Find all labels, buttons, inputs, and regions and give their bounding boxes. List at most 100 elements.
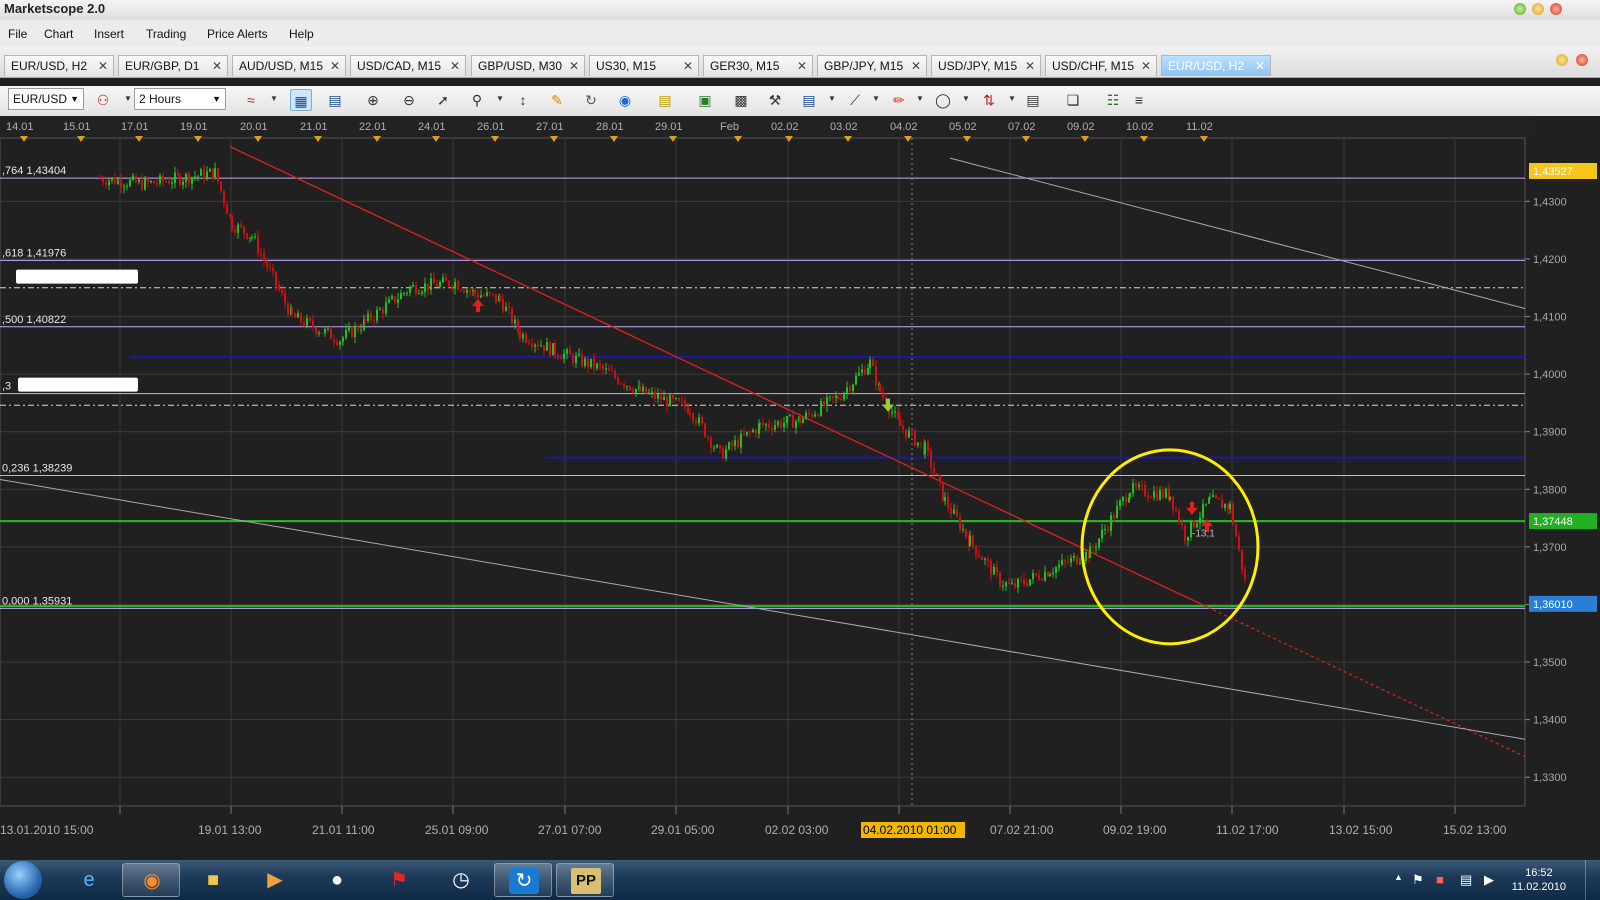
- pen-icon[interactable]: ✏: [888, 89, 910, 111]
- candle-body: [312, 320, 314, 328]
- chevron-down-icon[interactable]: ▼: [872, 94, 880, 103]
- indicator-icon[interactable]: ≈: [240, 89, 262, 111]
- chart-close-icon[interactable]: [1576, 54, 1588, 66]
- chevron-down-icon[interactable]: ▼: [496, 94, 504, 103]
- y-tick-label: 1,4100: [1533, 312, 1567, 324]
- candle-body: [427, 283, 429, 291]
- taskbar-explorer[interactable]: ■: [184, 863, 242, 897]
- candle-body: [569, 349, 571, 355]
- menu-insert[interactable]: Insert: [94, 27, 124, 41]
- taskbar: e ◉ ■ ▶ ● ⚑ ◷ ↻ PP ▲ ⚑ ■ ▤ ▶ 16:52 11.02…: [0, 860, 1600, 900]
- candle-body: [206, 171, 208, 180]
- tray-display-icon[interactable]: ▤: [1460, 872, 1472, 888]
- tab-ger30-m15[interactable]: GER30, M15 ✕: [703, 55, 813, 76]
- tab-audusd-m15[interactable]: AUD/USD, M15 ✕: [232, 55, 346, 76]
- candle-body: [505, 306, 507, 312]
- system-clock[interactable]: 16:52 11.02.2010: [1512, 866, 1566, 894]
- taskbar-messenger[interactable]: ●: [308, 863, 366, 897]
- crosshair-icon[interactable]: ↕: [512, 89, 534, 111]
- cursor-icon[interactable]: ➚: [432, 89, 454, 111]
- taskbar-media-player[interactable]: ▶: [246, 863, 304, 897]
- taskbar-firefox[interactable]: ◉: [122, 863, 180, 897]
- layout-icon[interactable]: ▤: [798, 89, 820, 111]
- tab-close-icon[interactable]: ✕: [911, 56, 921, 76]
- magnifier-icon[interactable]: ⚲: [466, 89, 488, 111]
- print-icon[interactable]: ▩: [730, 89, 752, 111]
- line-tool-icon[interactable]: ⟋: [844, 89, 866, 111]
- tab-gbpusd-m30[interactable]: GBP/USD, M30 ✕: [471, 55, 585, 76]
- tools-icon[interactable]: ⚒: [764, 89, 786, 111]
- zoom-out-icon[interactable]: ⊖: [398, 89, 420, 111]
- more-options-icon[interactable]: ≡: [1128, 89, 1150, 111]
- chevron-down-icon[interactable]: ▼: [828, 94, 836, 103]
- tab-close-icon[interactable]: ✕: [569, 56, 579, 76]
- tab-usdjpy-m15[interactable]: USD/JPY, M15 ✕: [931, 55, 1041, 76]
- tab-close-icon[interactable]: ✕: [797, 56, 807, 76]
- chevron-down-icon[interactable]: ▼: [916, 94, 924, 103]
- ruler-icon[interactable]: ▤: [654, 89, 676, 111]
- tab-usdcad-m15[interactable]: USD/CAD, M15 ✕: [350, 55, 466, 76]
- eraser-icon[interactable]: ❏: [1062, 89, 1084, 111]
- show-desktop-button[interactable]: [1585, 860, 1600, 900]
- candle-body: [1138, 484, 1140, 487]
- chart-area[interactable]: ,764 1,43404 ,618 1,41976 ,500 1,40822 ,3 0,…: [0, 116, 1600, 860]
- tab-close-icon[interactable]: ✕: [1025, 56, 1035, 76]
- menu-file[interactable]: File: [8, 27, 27, 41]
- taskbar-clock-app[interactable]: ◷: [432, 863, 490, 897]
- menu-help[interactable]: Help: [289, 27, 314, 41]
- globe-icon[interactable]: ◉: [614, 89, 636, 111]
- menu-price-alerts[interactable]: Price Alerts: [207, 27, 268, 41]
- picture-icon[interactable]: ▣: [694, 89, 716, 111]
- tray-expand-icon[interactable]: ▲: [1394, 872, 1403, 882]
- refresh-icon[interactable]: ↻: [580, 89, 602, 111]
- tab-eurusd-h2[interactable]: EUR/USD, H2 ✕: [4, 55, 114, 76]
- tab-eurusd-h2-active[interactable]: EUR/USD, H2 ✕: [1161, 55, 1271, 76]
- close-icon[interactable]: [1550, 3, 1562, 15]
- chevron-down-icon[interactable]: ▼: [962, 94, 970, 103]
- tab-close-icon[interactable]: ✕: [1255, 56, 1265, 76]
- text-tool-icon[interactable]: ▤: [1022, 89, 1044, 111]
- maximize-icon[interactable]: [1532, 3, 1544, 15]
- tab-close-icon[interactable]: ✕: [1141, 56, 1151, 76]
- chevron-down-icon[interactable]: ▼: [270, 94, 278, 103]
- minimize-icon[interactable]: [1514, 3, 1526, 15]
- signal-icon[interactable]: ⇅: [978, 89, 1000, 111]
- candle-body: [1095, 547, 1097, 549]
- zoom-in-icon[interactable]: ⊕: [362, 89, 384, 111]
- chevron-down-icon[interactable]: ▼: [124, 94, 132, 103]
- candles-view-icon[interactable]: ▦: [290, 89, 312, 111]
- tray-volume-icon[interactable]: ▶: [1484, 872, 1494, 888]
- tab-close-icon[interactable]: ✕: [450, 56, 460, 76]
- taskbar-ie[interactable]: e: [60, 863, 118, 897]
- chart-minimize-icon[interactable]: [1556, 54, 1568, 66]
- tab-close-icon[interactable]: ✕: [330, 56, 340, 76]
- taskbar-pp[interactable]: PP: [556, 863, 614, 897]
- tab-close-icon[interactable]: ✕: [98, 56, 108, 76]
- chevron-down-icon[interactable]: ▼: [1008, 94, 1016, 103]
- candle-body: [442, 277, 444, 283]
- tray-security-icon[interactable]: ■: [1436, 872, 1444, 887]
- timeframe-select[interactable]: 2 Hours ▼: [134, 88, 226, 110]
- tab-gbpjpy-m15[interactable]: GBP/JPY, M15 ✕: [817, 55, 927, 76]
- menu-trading[interactable]: Trading: [146, 27, 186, 41]
- menu-chart[interactable]: Chart: [44, 27, 73, 41]
- edit-icon[interactable]: ✎: [546, 89, 568, 111]
- instrument-select[interactable]: EUR/USD ▼: [8, 88, 84, 110]
- bars-view-icon[interactable]: ▤: [324, 89, 346, 111]
- tab-eurgbp-d1[interactable]: EUR/GBP, D1 ✕: [118, 55, 228, 76]
- network-icon[interactable]: ☷: [1102, 89, 1124, 111]
- tab-us30-m15[interactable]: US30, M15 ✕: [589, 55, 699, 76]
- price-chart[interactable]: ,764 1,43404 ,618 1,41976 ,500 1,40822 ,3 0,…: [0, 116, 1600, 860]
- candle-body: [942, 481, 944, 502]
- start-button[interactable]: [4, 861, 42, 899]
- candle-body: [525, 334, 527, 343]
- ellipse-tool-icon[interactable]: ◯: [932, 89, 954, 111]
- tab-usdchf-m15[interactable]: USD/CHF, M15 ✕: [1045, 55, 1157, 76]
- tray-flag-icon[interactable]: ⚑: [1412, 872, 1424, 888]
- taskbar-pin-app[interactable]: ⚑: [370, 863, 428, 897]
- candle-body: [1212, 495, 1214, 498]
- taskbar-marketscope[interactable]: ↻: [494, 863, 552, 897]
- tab-close-icon[interactable]: ✕: [683, 56, 693, 76]
- chart-type-icon[interactable]: ⚇: [92, 89, 114, 111]
- tab-close-icon[interactable]: ✕: [212, 56, 222, 76]
